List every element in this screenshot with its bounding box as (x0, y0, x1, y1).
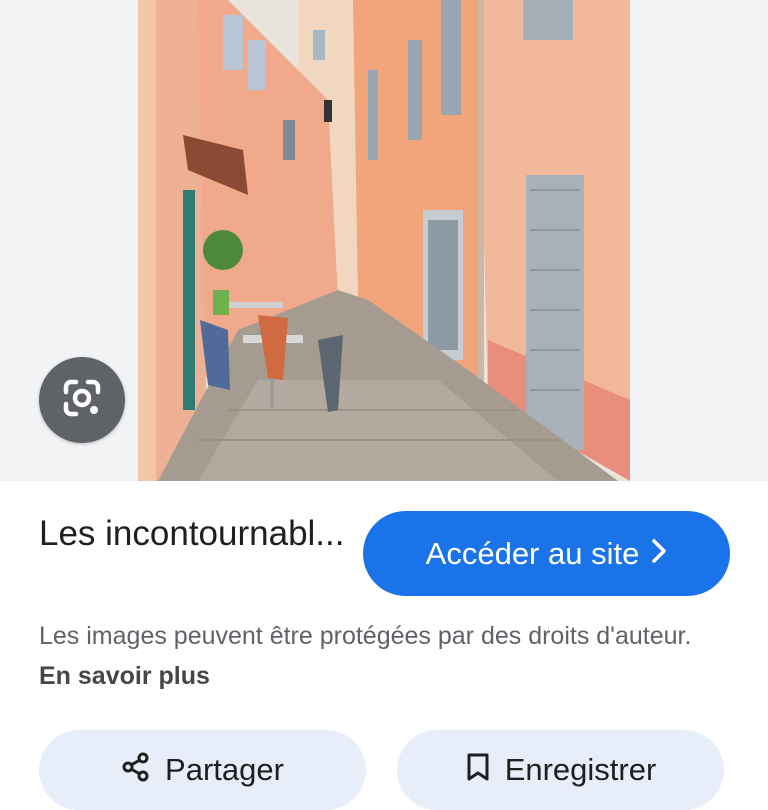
bookmark-icon (465, 752, 491, 790)
google-lens-icon (58, 374, 106, 427)
copyright-text: Les images peuvent être protégées par de… (39, 622, 692, 650)
result-title: Les incontournabl... (39, 514, 345, 553)
chevron-right-icon (651, 536, 667, 570)
image-preview-area (0, 0, 768, 481)
save-button[interactable]: Enregistrer (397, 730, 724, 810)
save-label: Enregistrer (504, 752, 657, 787)
copyright-notice: Les images peuvent être protégées par de… (39, 616, 729, 696)
visit-site-label: Accéder au site (425, 535, 640, 571)
share-label: Partager (165, 752, 284, 787)
learn-more-link[interactable]: En savoir plus (39, 662, 210, 690)
result-image[interactable] (138, 0, 630, 481)
visit-site-button[interactable]: Accéder au site (363, 511, 730, 596)
google-lens-button[interactable] (39, 357, 125, 443)
share-icon (121, 752, 151, 790)
share-button[interactable]: Partager (39, 730, 366, 810)
